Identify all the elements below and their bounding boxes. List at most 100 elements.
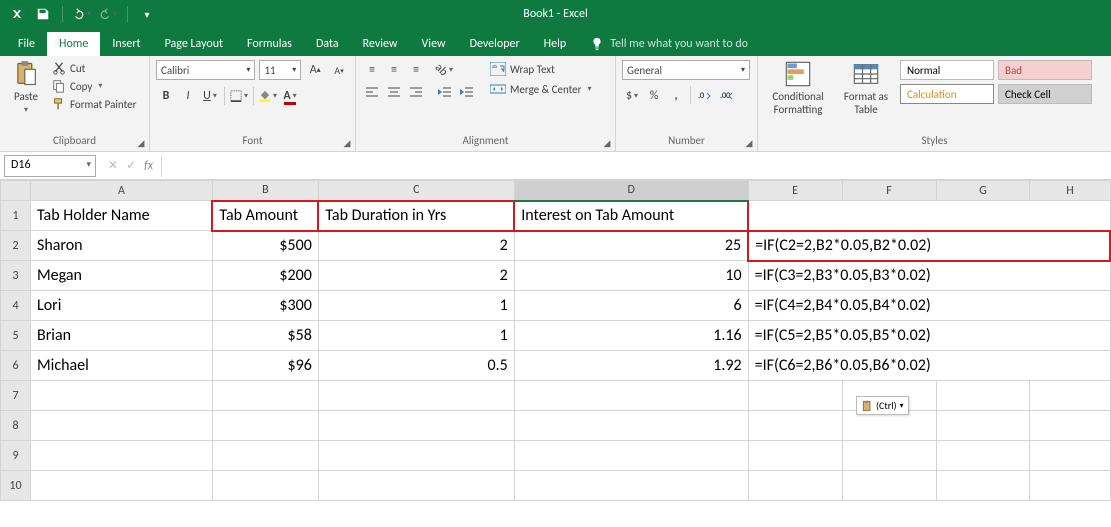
wrap-text-button[interactable]: ab Wrap Text xyxy=(486,60,596,78)
tell-me-search[interactable]: Tell me what you want to do xyxy=(578,32,760,56)
tab-data[interactable]: Data xyxy=(304,32,351,56)
cell-E5[interactable]: =IF(C5=2,B5*0.05,B5*0.02) xyxy=(748,321,1110,351)
cell-D4[interactable]: 6 xyxy=(514,291,748,321)
number-dialog-launcher[interactable]: ◢ xyxy=(743,137,755,149)
cell-C2[interactable]: 2 xyxy=(318,231,514,261)
tab-home[interactable]: Home xyxy=(47,32,100,56)
format-painter-button[interactable]: Format Painter xyxy=(50,96,138,112)
cell-D8[interactable] xyxy=(514,411,748,441)
cell-A7[interactable] xyxy=(30,381,212,411)
font-name-combo[interactable]: Calibri▾ xyxy=(156,60,255,80)
style-calculation[interactable]: Calculation xyxy=(900,84,994,104)
cell-C8[interactable] xyxy=(318,411,514,441)
formula-input[interactable] xyxy=(161,155,1111,177)
col-header-H[interactable]: H xyxy=(1030,181,1110,201)
alignment-dialog-launcher[interactable]: ◢ xyxy=(601,137,613,149)
cell-A8[interactable] xyxy=(30,411,212,441)
cell-D10[interactable] xyxy=(514,471,748,501)
tab-developer[interactable]: Developer xyxy=(458,32,532,56)
cell-A6[interactable]: Michael xyxy=(30,351,212,381)
row-header-3[interactable]: 3 xyxy=(1,261,31,291)
cell-B9[interactable] xyxy=(212,441,318,471)
col-header-E[interactable]: E xyxy=(748,181,842,201)
orientation-button[interactable]: ab xyxy=(434,60,454,80)
cell-B4[interactable]: $300 xyxy=(212,291,318,321)
cell-D6[interactable]: 1.92 xyxy=(514,351,748,381)
paste-options-smart-tag[interactable]: (Ctrl) ▾ xyxy=(856,396,909,415)
cell-D7[interactable] xyxy=(514,381,748,411)
cell-B8[interactable] xyxy=(212,411,318,441)
fx-icon[interactable]: fx xyxy=(144,159,153,173)
cell-E4[interactable]: =IF(C4=2,B4*0.05,B4*0.02) xyxy=(748,291,1110,321)
row-header-9[interactable]: 9 xyxy=(1,441,31,471)
paste-button[interactable]: Paste ▾ xyxy=(6,60,46,115)
increase-indent-button[interactable] xyxy=(456,82,476,102)
cell-D1[interactable]: Interest on Tab Amount xyxy=(514,201,748,231)
cell-E1[interactable] xyxy=(748,201,1110,231)
col-header-D[interactable]: D xyxy=(514,181,748,201)
style-check-cell[interactable]: Check Cell xyxy=(998,84,1092,104)
cell-B3[interactable]: $200 xyxy=(212,261,318,291)
customize-qat-icon[interactable]: ▾ xyxy=(138,5,156,23)
font-color-button[interactable]: A xyxy=(280,86,300,106)
cell-D2[interactable]: 25 xyxy=(514,231,748,261)
cell-B5[interactable]: $58 xyxy=(212,321,318,351)
underline-button[interactable]: U xyxy=(200,86,220,106)
cell-B7[interactable] xyxy=(212,381,318,411)
align-right-button[interactable] xyxy=(406,82,426,102)
cell-E9[interactable] xyxy=(748,441,842,471)
col-header-F[interactable]: F xyxy=(842,181,936,201)
cell-C6[interactable]: 0.5 xyxy=(318,351,514,381)
align-center-button[interactable] xyxy=(384,82,404,102)
cell-B2[interactable]: $500 xyxy=(212,231,318,261)
cell-A5[interactable]: Brian xyxy=(30,321,212,351)
cell-C9[interactable] xyxy=(318,441,514,471)
align-top-button[interactable]: ≡ xyxy=(362,60,382,80)
increase-decimal-button[interactable]: .0 xyxy=(695,86,715,106)
cell-E3[interactable]: =IF(C3=2,B3*0.05,B3*0.02) xyxy=(748,261,1110,291)
cell-H10[interactable] xyxy=(1030,471,1110,501)
cell-G9[interactable] xyxy=(936,441,1030,471)
col-header-B[interactable]: B xyxy=(212,181,318,201)
increase-font-button[interactable]: A▴ xyxy=(305,60,325,80)
tab-page-layout[interactable]: Page Layout xyxy=(153,32,235,56)
clipboard-dialog-launcher[interactable]: ◢ xyxy=(135,137,147,149)
cell-E2[interactable]: =IF(C2=2,B2*0.05,B2*0.02) xyxy=(748,231,1110,261)
style-bad[interactable]: Bad xyxy=(998,60,1092,80)
merge-center-button[interactable]: Merge & Center xyxy=(486,80,596,98)
tab-file[interactable]: File xyxy=(6,32,47,56)
cell-A10[interactable] xyxy=(30,471,212,501)
cancel-formula-icon[interactable]: ✕ xyxy=(108,158,118,173)
save-icon[interactable] xyxy=(34,5,52,23)
cell-F9[interactable] xyxy=(842,441,936,471)
italic-button[interactable]: I xyxy=(178,86,198,106)
tab-view[interactable]: View xyxy=(410,32,458,56)
row-header-1[interactable]: 1 xyxy=(1,201,31,231)
row-header-6[interactable]: 6 xyxy=(1,351,31,381)
cell-G8[interactable] xyxy=(936,411,1030,441)
font-size-combo[interactable]: 11▾ xyxy=(259,60,301,80)
cell-H8[interactable] xyxy=(1030,411,1110,441)
cell-A9[interactable] xyxy=(30,441,212,471)
name-box[interactable]: D16 xyxy=(4,155,96,177)
decrease-decimal-button[interactable]: .00 xyxy=(717,86,737,106)
col-header-A[interactable]: A xyxy=(30,181,212,201)
border-button[interactable] xyxy=(229,86,249,106)
redo-icon[interactable] xyxy=(99,5,117,23)
row-header-7[interactable]: 7 xyxy=(1,381,31,411)
cell-A3[interactable]: Megan xyxy=(30,261,212,291)
cell-D9[interactable] xyxy=(514,441,748,471)
cell-C1[interactable]: Tab Duration in Yrs xyxy=(318,201,514,231)
tab-help[interactable]: Help xyxy=(532,32,579,56)
bold-button[interactable]: B xyxy=(156,86,176,106)
row-header-2[interactable]: 2 xyxy=(1,231,31,261)
col-header-G[interactable]: G xyxy=(936,181,1030,201)
font-dialog-launcher[interactable]: ◢ xyxy=(341,137,353,149)
undo-icon[interactable] xyxy=(73,5,91,23)
comma-format-button[interactable]: , xyxy=(666,86,686,106)
cell-A1[interactable]: Tab Holder Name xyxy=(30,201,212,231)
cell-C7[interactable] xyxy=(318,381,514,411)
cell-F8[interactable] xyxy=(842,411,936,441)
format-as-table-button[interactable]: Format as Table xyxy=(838,60,894,116)
cell-C10[interactable] xyxy=(318,471,514,501)
